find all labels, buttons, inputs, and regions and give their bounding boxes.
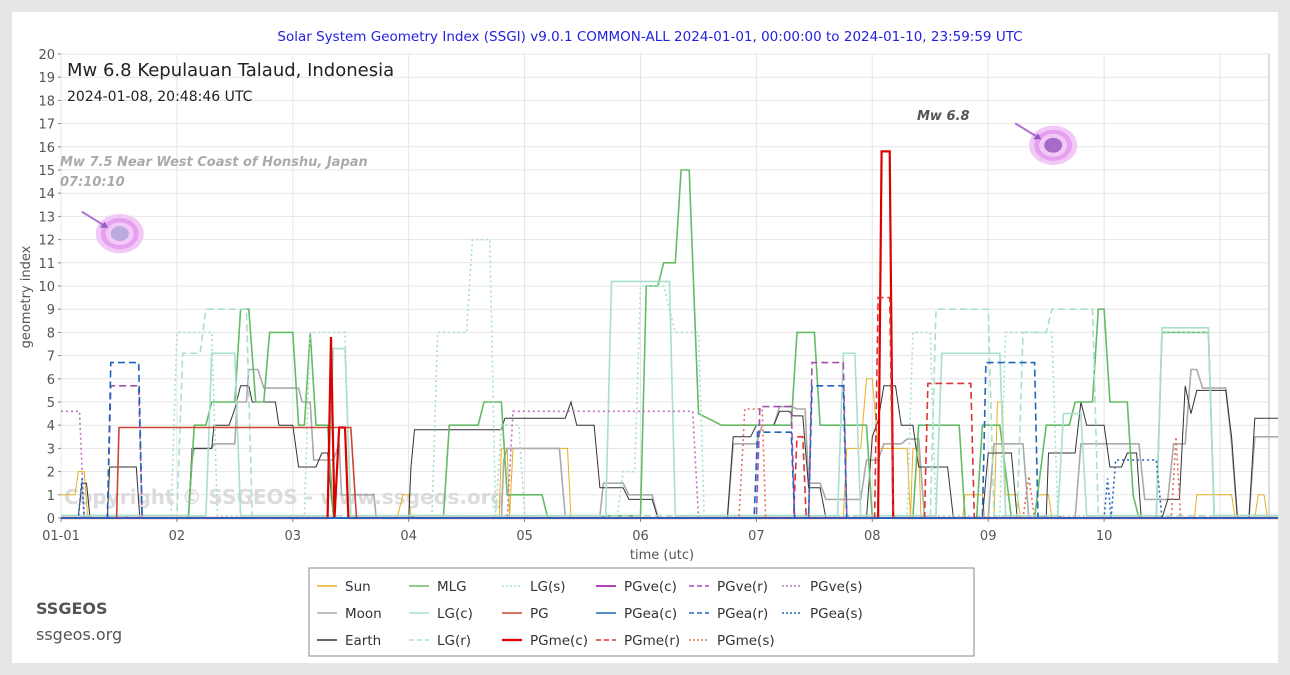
y-tick-label: 14	[38, 187, 55, 202]
x-tick-label: 09	[980, 529, 997, 544]
brand-url: ssgeos.org	[36, 625, 123, 644]
y-tick-label: 16	[38, 141, 55, 156]
y-tick-label: 4	[47, 419, 55, 434]
legend-label: PGea(c)	[624, 606, 677, 622]
chart-title: Solar System Geometry Index (SSGI) v9.0.…	[277, 29, 1022, 45]
legend-label: PG	[530, 606, 549, 622]
plot-area: 0123456789101112131415161718192001-01 02 0…	[38, 48, 1290, 544]
x-tick-label: 02	[169, 529, 186, 544]
legend-label: Moon	[345, 606, 382, 622]
y-tick-label: 20	[38, 48, 55, 63]
legend-label: MLG	[437, 579, 467, 595]
y-tick-label: 5	[47, 396, 55, 411]
legend-label: PGme(c)	[530, 633, 588, 649]
x-tick-label: 03	[285, 529, 302, 544]
x-tick-label: 04	[400, 529, 417, 544]
legend: Sun Moon Earth MLG LG(c) LG(r) LG(s) PG PGme(c) P…	[308, 567, 975, 657]
legend-label: PGve(s)	[810, 579, 862, 595]
legend-label: PGve(r)	[717, 579, 768, 595]
y-tick-label: 18	[38, 94, 55, 109]
y-tick-label: 12	[38, 234, 55, 249]
legend-label: LG(c)	[437, 606, 473, 622]
y-tick-label: 8	[47, 326, 55, 341]
legend-label: PGve(c)	[624, 579, 677, 595]
y-tick-label: 11	[38, 257, 55, 272]
event-title: Mw 6.8 Kepulauan Talaud, Indonesia	[67, 60, 394, 81]
event-time: 2024-01-08, 20:48:46 UTC	[67, 89, 253, 105]
chart-card: Solar System Geometry Index (SSGI) v9.0.…	[12, 12, 1290, 663]
x-tick-label: 05	[516, 529, 533, 544]
chart: Solar System Geometry Index (SSGI) v9.0.…	[19, 29, 1290, 657]
quake-ring	[1044, 137, 1063, 153]
y-tick-label: 9	[47, 303, 55, 318]
y-tick-label: 15	[38, 164, 55, 179]
x-tick-label: 08	[864, 529, 881, 544]
legend-label: Sun	[345, 579, 371, 595]
x-tick-label: 10	[1096, 529, 1113, 544]
y-tick-label: 10	[38, 280, 55, 295]
legend-label: PGme(r)	[624, 633, 680, 649]
x-tick-label: 06	[632, 529, 649, 544]
x-tick-label: 01-01	[42, 529, 80, 544]
x-tick-label: 07	[748, 529, 765, 544]
y-tick-label: 13	[38, 210, 55, 225]
y-tick-label: 1	[47, 489, 55, 504]
y-tick-label: 3	[47, 442, 55, 457]
annotation-label: Mw 7.5 Near West Coast of Honshu, Japan	[60, 155, 368, 170]
legend-label: PGea(r)	[717, 606, 768, 622]
y-axis-label: geometry index	[19, 245, 34, 348]
y-tick-label: 6	[47, 373, 55, 388]
quake-ring	[110, 226, 129, 242]
annotation-label: Mw 6.8	[917, 109, 970, 124]
legend-label: Earth	[345, 633, 381, 649]
y-tick-label: 2	[47, 466, 55, 481]
legend-label: LG(r)	[437, 633, 471, 649]
brand-name: SSGEOS	[36, 599, 108, 618]
y-tick-label: 7	[47, 350, 55, 365]
y-tick-label: 19	[38, 71, 55, 86]
y-tick-label: 0	[47, 512, 55, 527]
watermark: Copyright © SSGEOS - www.ssgeos.org	[64, 485, 505, 509]
annotation-time: 07:10:10	[60, 175, 125, 190]
legend-label: LG(s)	[530, 579, 566, 595]
x-axis-label: time (utc)	[630, 548, 694, 563]
y-tick-label: 17	[38, 118, 55, 133]
legend-label: PGme(s)	[717, 633, 775, 649]
legend-label: PGea(s)	[810, 606, 863, 622]
